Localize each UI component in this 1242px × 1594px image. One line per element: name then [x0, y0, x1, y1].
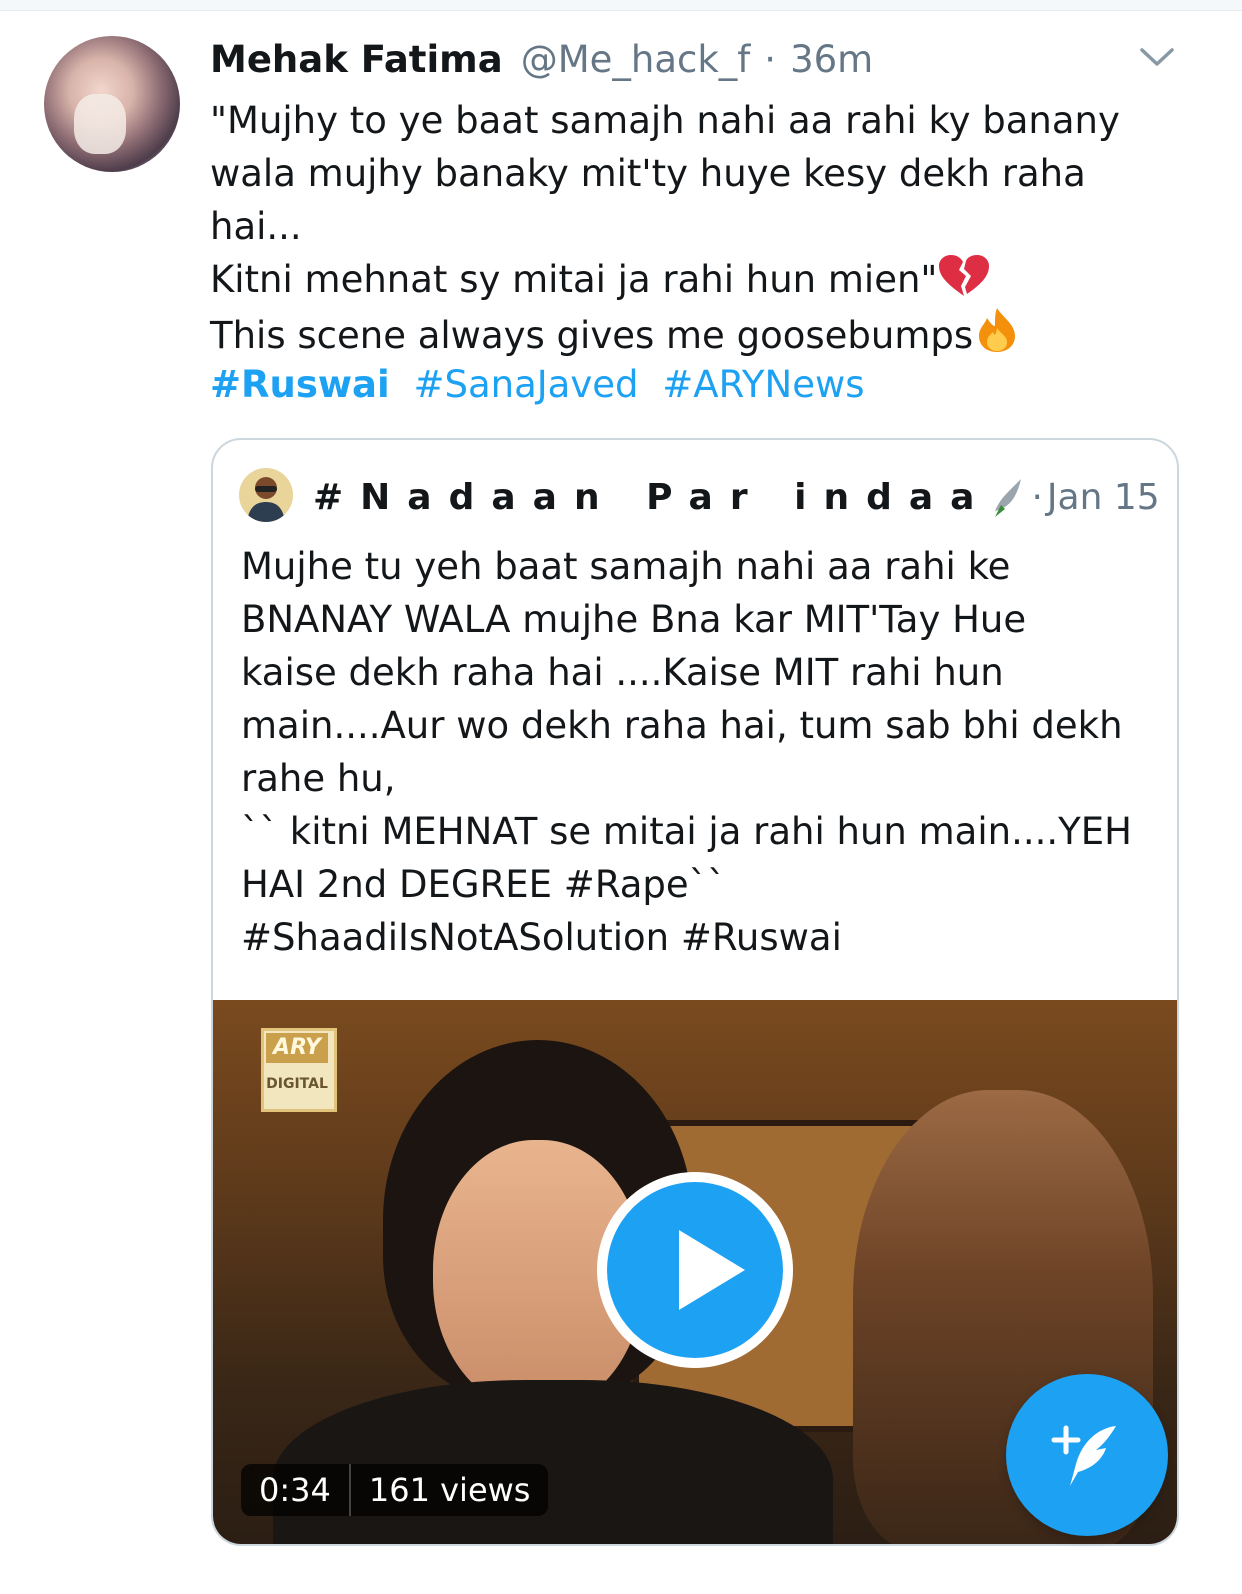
- quoted-author-name[interactable]: #Nadaan Par indaa: [313, 477, 991, 518]
- tweet-header: Mehak Fatima @Me_hack_f · 36m: [210, 38, 873, 88]
- tweet-line: hai...: [210, 205, 302, 248]
- quoted-line: HAI 2nd DEGREE #Rape``: [241, 863, 726, 906]
- tweet-line: This scene always gives me goosebumps: [210, 314, 974, 357]
- quoted-line: main....Aur wo dekh raha hai, tum sab bh…: [241, 704, 1123, 747]
- tweet-line: Kitni mehnat sy mitai ja rahi hun mien": [210, 258, 938, 301]
- quoted-text: Mujhe tu yeh baat samajh nahi aa rahi ke…: [241, 540, 1161, 964]
- separator-dot: ·: [764, 38, 777, 81]
- compose-tweet-icon: [1051, 1425, 1116, 1486]
- quoted-tweet[interactable]: #Nadaan Par indaa · Jan 15 Mujhe tu yeh …: [211, 438, 1179, 1546]
- quoted-date[interactable]: Jan 15: [1047, 477, 1160, 518]
- tweet-line: wala mujhy banaky mit'ty huye kesy dekh …: [210, 152, 1086, 195]
- author-handle[interactable]: @Me_hack_f: [521, 38, 751, 81]
- video-info-badge: 0:34 161 views: [241, 1464, 549, 1516]
- bird-emoji: [995, 479, 1022, 517]
- hashtag-link[interactable]: #SanaJaved: [413, 363, 638, 406]
- channel-logo: ARY DIGITAL: [261, 1028, 337, 1112]
- compose-tweet-button[interactable]: [1006, 1374, 1168, 1536]
- quoted-line: Mujhe tu yeh baat samajh nahi aa rahi ke: [241, 545, 1011, 588]
- chevron-down-icon[interactable]: [1136, 40, 1178, 72]
- tweet-line-with-emoji: This scene always gives me goosebumps: [210, 306, 1170, 362]
- logo-top-text: ARY: [266, 1033, 328, 1063]
- quoted-line: kaise dekh raha hai ....Kaise MIT rahi h…: [241, 651, 1004, 694]
- tweet-text: "Mujhy to ye baat samajh nahi aa rahi ky…: [210, 94, 1170, 362]
- fire-emoji: [979, 308, 1016, 352]
- video-views: 161 views: [368, 1471, 531, 1509]
- separator-dot: ·: [1031, 476, 1043, 518]
- hashtags: #Ruswai #SanaJaved #ARYNews: [210, 358, 877, 411]
- quoted-line: `` kitni MEHNAT se mitai ja rahi hun mai…: [241, 810, 1132, 853]
- logo-bottom-text: DIGITAL: [266, 1076, 328, 1092]
- tweet-line-with-emoji: Kitni mehnat sy mitai ja rahi hun mien": [210, 253, 1170, 306]
- play-icon: [679, 1230, 745, 1310]
- broken-heart-emoji: [939, 255, 990, 296]
- author-name[interactable]: Mehak Fatima: [210, 38, 503, 81]
- tweet-time[interactable]: 36m: [790, 38, 873, 81]
- top-divider: [0, 0, 1242, 11]
- play-button[interactable]: [597, 1172, 793, 1368]
- hashtag-link[interactable]: #Ruswai: [210, 363, 390, 406]
- quoted-line: rahe hu,: [241, 757, 396, 800]
- tweet-line: "Mujhy to ye baat samajh nahi aa rahi ky…: [210, 99, 1120, 142]
- quoted-header: #Nadaan Par indaa · Jan 15: [313, 470, 1160, 524]
- video-person-body: [273, 1380, 833, 1544]
- video-duration: 0:34: [259, 1471, 331, 1509]
- quoted-line: BNANAY WALA mujhe Bna kar MIT'Tay Hue: [241, 598, 1027, 641]
- quoted-author-avatar[interactable]: [239, 468, 293, 522]
- hashtag-link[interactable]: #ARYNews: [662, 363, 864, 406]
- author-avatar[interactable]: [44, 36, 180, 172]
- quoted-line: #ShaadiIsNotASolution #Ruswai: [241, 916, 842, 959]
